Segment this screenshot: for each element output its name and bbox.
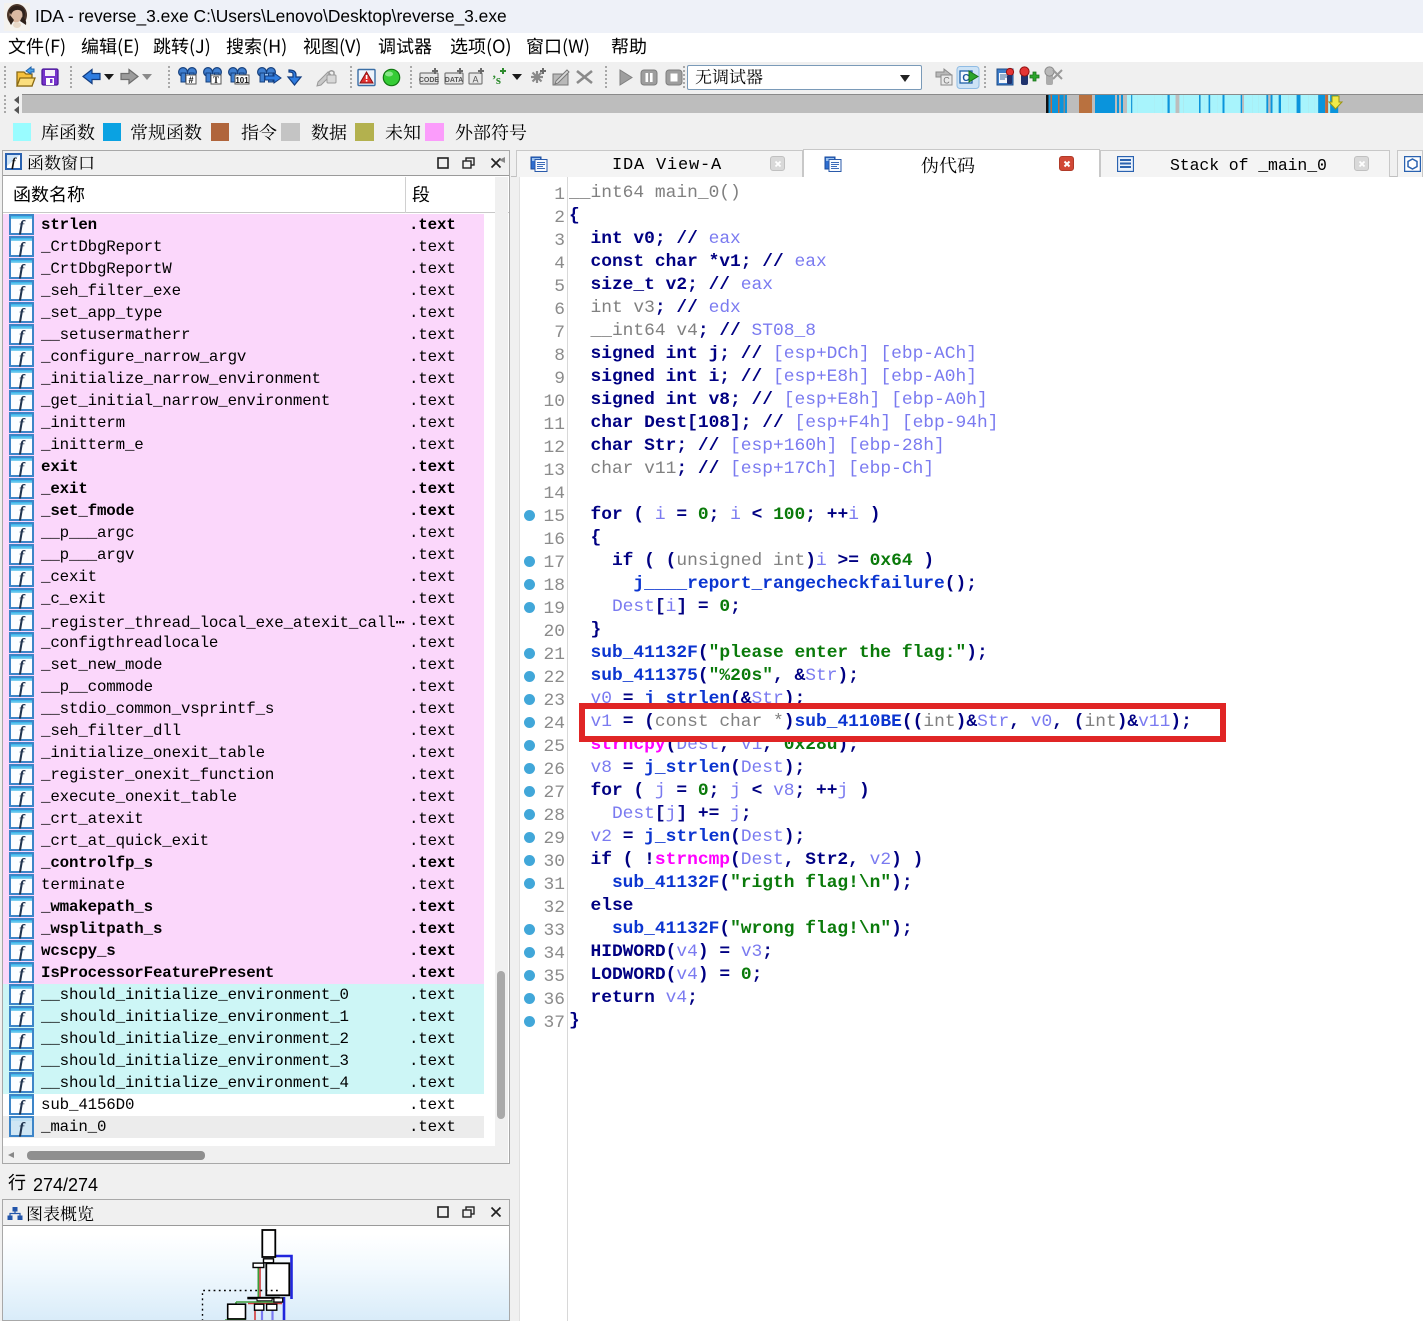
svg-text:DATA: DATA [445,77,463,84]
svg-text:’s: ’s [492,72,501,87]
svg-text:A: A [472,75,478,85]
svg-text:C: C [943,76,950,86]
svg-text:CODE: CODE [419,77,440,84]
svg-text:#: # [188,75,193,85]
svg-text:101: 101 [235,76,249,85]
svg-text:T: T [213,75,219,85]
